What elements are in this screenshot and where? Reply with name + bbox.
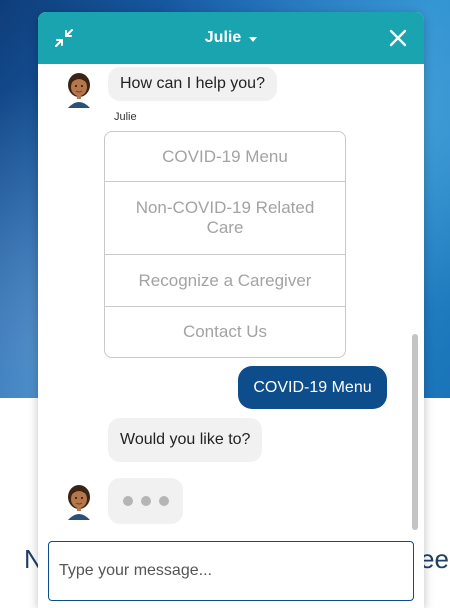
close-icon[interactable] bbox=[388, 28, 408, 48]
message-input[interactable] bbox=[49, 542, 413, 600]
typing-dot bbox=[158, 496, 169, 506]
chat-header: Julie bbox=[38, 12, 424, 64]
menu-option-covid-19[interactable]: COVID-19 Menu bbox=[105, 132, 345, 182]
bot-message-greeting: How can I help you? bbox=[108, 67, 277, 101]
background-heading-right: ee bbox=[420, 544, 449, 574]
menu-option-contact-us[interactable]: Contact Us bbox=[105, 307, 345, 357]
conversation-area[interactable]: How can I help you? Julie COVID-19 Menu … bbox=[38, 64, 424, 540]
typing-dot bbox=[122, 496, 133, 506]
agent-name-dropdown[interactable]: Julie bbox=[204, 29, 258, 47]
typing-dot bbox=[140, 496, 151, 506]
bot-message-followup: Would you like to? bbox=[108, 418, 263, 462]
chat-widget: Julie How can I help you? Julie COVID-19… bbox=[38, 12, 424, 608]
agent-avatar-icon bbox=[64, 72, 94, 108]
menu-option-non-covid-care[interactable]: Non-COVID-19 Related Care bbox=[105, 182, 345, 255]
chat-title: Julie bbox=[204, 29, 242, 46]
minimize-arrows-icon[interactable] bbox=[54, 28, 74, 48]
caret-down-icon bbox=[249, 36, 258, 42]
user-message: COVID-19 Menu bbox=[238, 366, 387, 409]
message-composer bbox=[48, 541, 414, 601]
quick-reply-menu: COVID-19 Menu Non-COVID-19 Related Care … bbox=[104, 131, 346, 358]
sender-name-label: Julie bbox=[114, 111, 137, 123]
agent-avatar-icon bbox=[64, 484, 94, 520]
menu-option-recognize-caregiver[interactable]: Recognize a Caregiver bbox=[105, 255, 345, 307]
conversation-scrollbar[interactable] bbox=[412, 334, 418, 530]
typing-indicator bbox=[108, 478, 183, 524]
